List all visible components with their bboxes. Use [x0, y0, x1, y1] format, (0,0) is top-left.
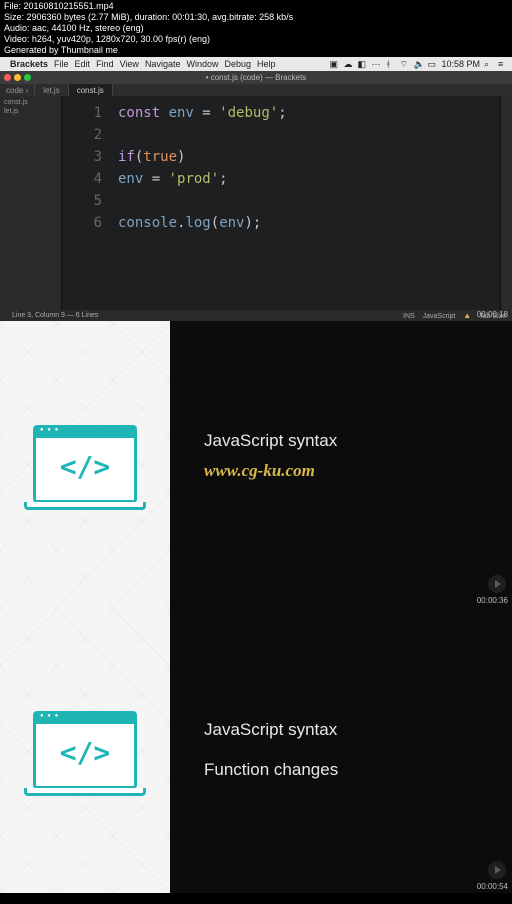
laptop-icon: </>	[33, 425, 137, 503]
app-name[interactable]: Brackets	[10, 59, 48, 69]
window-titlebar: • const.js (code) — Brackets	[0, 71, 512, 84]
code-line[interactable]	[118, 124, 500, 146]
cursor-position: Line 3, Column 9 — 6 Lines	[12, 312, 98, 319]
right-gutter	[500, 96, 512, 310]
clock: 10:58 PM	[441, 59, 480, 69]
tab-letjs[interactable]: let.js	[35, 84, 68, 96]
language-mode[interactable]: JavaScript	[423, 313, 456, 320]
battery-icon: ▭	[427, 59, 437, 69]
menu-navigate[interactable]: Navigate	[145, 59, 181, 69]
play-icon[interactable]	[488, 861, 506, 879]
file-sidebar: const.js let.js	[0, 96, 62, 310]
brackets-window: • const.js (code) — Brackets code › let.…	[0, 71, 512, 321]
menu-help[interactable]: Help	[257, 59, 276, 69]
meta-generator: Generated by Thumbnail me	[4, 45, 508, 56]
meta-video: Video: h264, yuv420p, 1280x720, 30.00 fp…	[4, 34, 508, 45]
status-icon: ⋯	[371, 59, 381, 69]
timestamp: 00:00:36	[477, 596, 508, 605]
slide-heading: JavaScript syntax	[204, 720, 512, 740]
menu-icon[interactable]: ≡	[498, 59, 508, 69]
code-line[interactable]: env = 'prod';	[118, 168, 500, 190]
line-number: 4	[62, 168, 102, 190]
minimize-icon[interactable]	[14, 74, 21, 81]
meta-size: Size: 2906360 bytes (2.77 MiB), duration…	[4, 12, 508, 23]
menu-edit[interactable]: Edit	[75, 59, 91, 69]
zoom-icon[interactable]	[24, 74, 31, 81]
slide-1: </> JavaScript syntax www.cg-ku.com 00:0…	[0, 321, 512, 607]
tab-bar: code › let.js const.js	[0, 84, 512, 96]
menu-find[interactable]: Find	[96, 59, 114, 69]
wifi-icon: ⌔	[399, 59, 409, 69]
menu-window[interactable]: Window	[186, 59, 218, 69]
status-icon: ▣	[329, 59, 339, 69]
search-icon[interactable]: ⌕	[484, 59, 494, 69]
insert-mode[interactable]: INS	[403, 313, 415, 320]
laptop-icon: </>	[33, 711, 137, 789]
menu-view[interactable]: View	[120, 59, 139, 69]
code-line[interactable]: const env = 'debug';	[118, 102, 500, 124]
status-icon: ☁	[343, 59, 353, 69]
close-icon[interactable]	[4, 74, 11, 81]
sidebar-file[interactable]: let.js	[4, 107, 57, 116]
status-bar: Line 3, Column 9 — 6 Lines INS JavaScrip…	[0, 310, 512, 321]
meta-audio: Audio: aac, 44100 Hz, stereo (eng)	[4, 23, 508, 34]
mac-menubar: Brackets File Edit Find View Navigate Wi…	[0, 57, 512, 71]
slide-heading: JavaScript syntax	[204, 431, 512, 451]
breadcrumb[interactable]: code ›	[0, 84, 35, 96]
code-line[interactable]: console.log(env);	[118, 212, 500, 234]
volume-icon: 🔈	[413, 59, 423, 69]
video-metadata: File: 20160810215551.mp4 Size: 2906360 b…	[0, 0, 512, 57]
bluetooth-icon: ᚼ	[385, 59, 395, 69]
code-editor[interactable]: const env = 'debug'; if(true)env = 'prod'…	[112, 96, 500, 310]
timestamp: 00:00:54	[477, 882, 508, 891]
line-number: 6	[62, 212, 102, 234]
slide-2: </> JavaScript syntax Function changes 0…	[0, 607, 512, 893]
slide-subheading: Function changes	[204, 760, 512, 780]
tab-constjs[interactable]: const.js	[69, 84, 113, 96]
watermark: www.cg-ku.com	[204, 461, 512, 481]
code-glyph-icon: </>	[60, 447, 111, 481]
line-number: 5	[62, 190, 102, 212]
menu-file[interactable]: File	[54, 59, 69, 69]
play-icon[interactable]	[488, 575, 506, 593]
code-line[interactable]: if(true)	[118, 146, 500, 168]
line-gutter: 123456	[62, 96, 112, 310]
line-number: 2	[62, 124, 102, 146]
meta-file: File: 20160810215551.mp4	[4, 1, 508, 12]
line-number: 1	[62, 102, 102, 124]
sidebar-file[interactable]: const.js	[4, 98, 57, 107]
warning-icon[interactable]: ▲	[463, 311, 471, 320]
timestamp: 00:00:18	[477, 310, 508, 319]
code-line[interactable]	[118, 190, 500, 212]
status-icon: ◧	[357, 59, 367, 69]
window-title: • const.js (code) — Brackets	[206, 73, 307, 82]
menu-debug[interactable]: Debug	[224, 59, 251, 69]
code-glyph-icon: </>	[60, 733, 111, 767]
line-number: 3	[62, 146, 102, 168]
